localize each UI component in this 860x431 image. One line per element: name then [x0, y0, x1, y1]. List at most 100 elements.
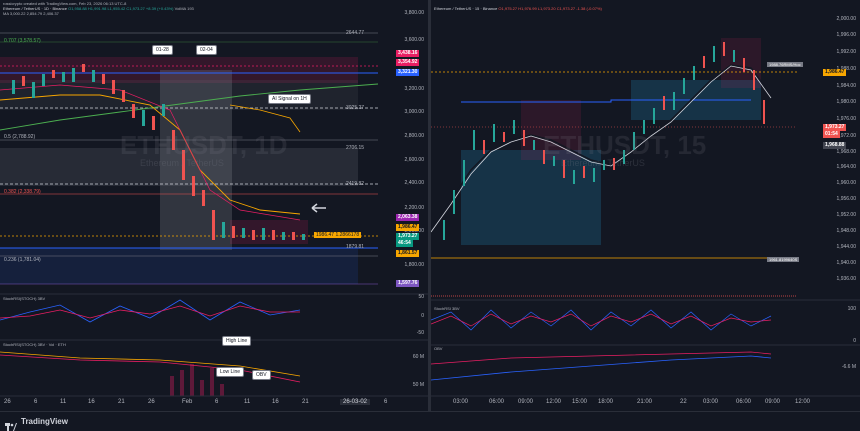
left-time-axis[interactable]: 26 6 11 16 21 26 Feb 6 11 16 21 26-03-02… [0, 399, 428, 411]
watermark-symbol: ETHUSDT, 15 [543, 130, 707, 160]
time-tick: 15:00 [572, 399, 588, 405]
low-line-callout[interactable]: Low Line [216, 367, 245, 377]
vol-tick: 50 M [412, 382, 424, 388]
price-tick: 2,600.00 [404, 157, 424, 163]
fib-label: 0.5 (2,788.92) [4, 134, 36, 140]
tradingview-screenshot: rossicrypto created with TradingView.com… [0, 0, 860, 431]
left-main-chart[interactable] [0, 0, 428, 411]
stoch-tick: -50 [416, 330, 424, 336]
price-tick: 3,800.00 [404, 10, 424, 16]
price-tick: 1,800.00 [404, 262, 424, 268]
price-tick: 2,400.00 [404, 180, 424, 186]
price-tag: 1,973.27 [823, 124, 847, 131]
level-label: 1961.8199640S [767, 257, 800, 262]
stoch-tick: 50 [418, 294, 424, 300]
date-callout[interactable]: 02-04 [196, 45, 217, 55]
price-tick: 2,200.00 [404, 205, 424, 211]
price-tick: 1,996.00 [836, 32, 856, 38]
price-tick: 1,956.00 [836, 196, 856, 202]
time-tick: 11 [60, 399, 67, 405]
countdown-tag: 01:54 [823, 131, 840, 138]
tradingview-logo-icon [5, 418, 17, 431]
stoch-tick: 0 [853, 338, 856, 344]
price-tag: 3,438.16 [396, 50, 420, 57]
price-tag: 1,973.27 [396, 233, 420, 240]
date-callout[interactable]: 01-28 [152, 45, 173, 55]
time-tick: Feb [182, 399, 193, 405]
time-tick: 6 [384, 399, 388, 405]
price-tick: 1,940.00 [836, 260, 856, 266]
level-label: 1879.81 [346, 244, 365, 250]
price-tick: 2,800.00 [404, 133, 424, 139]
obv-indicator-label[interactable]: OBV [434, 346, 442, 351]
price-tick: 3,000.00 [404, 109, 424, 115]
time-tick: 09:00 [765, 399, 781, 405]
stoch-tick: 0 [421, 313, 424, 319]
price-tick: 1,948.00 [836, 228, 856, 234]
time-cursor-label: 26-03-02 [340, 399, 371, 405]
level-label: 2419.82 [346, 181, 365, 187]
time-tick: 16 [88, 399, 95, 405]
stoch-indicator-label[interactable]: StochRSI 3BV [434, 306, 460, 311]
countdown-tag: 46:54 [396, 240, 413, 247]
time-tick: 26 [148, 399, 155, 405]
price-tick: 1,960.00 [836, 180, 856, 186]
right-chart-pane[interactable]: Ethereum / TetherUS · 15 · Binance O1,97… [431, 0, 860, 411]
stoch-indicator-label[interactable]: StochRSI(STOCH) 3BV [3, 296, 45, 301]
price-tick: 1,976.00 [836, 116, 856, 122]
watermark-name: Ethereum / TetherUS [561, 158, 645, 168]
price-tick: 1,944.00 [836, 244, 856, 250]
right-price-scale[interactable]: 2,000.00 1,996.00 1,992.00 1,988.00 1,98… [800, 0, 860, 411]
time-tick: 26 [4, 399, 11, 405]
volume-indicator-label[interactable]: StochRSI(STOCH) 3BV · Vol · ETH [3, 342, 66, 347]
stoch-tick: 100 [847, 306, 856, 312]
time-tick: 6 [34, 399, 38, 405]
time-tick: 06:00 [489, 399, 505, 405]
price-tick: 2,000.00 [836, 16, 856, 22]
time-tick: 09:00 [518, 399, 534, 405]
price-tag: 1,861.57 [396, 250, 420, 257]
price-tick: 1,968.00 [836, 149, 856, 155]
price-tag: 1,986.47 [823, 69, 847, 76]
price-tag: 1,986.47 [396, 224, 420, 231]
price-tag: 3,354.92 [396, 59, 420, 66]
time-tick: 21 [118, 399, 125, 405]
level-label: 2706.15 [346, 145, 365, 151]
vol-tick: 60 M [412, 354, 424, 360]
time-tick: 22 [680, 399, 687, 405]
time-tick: 21 [302, 399, 309, 405]
time-tick: 16 [272, 399, 279, 405]
time-tick: 12:00 [795, 399, 811, 405]
price-tick: 1,984.00 [836, 83, 856, 89]
level-label: 2644.77 [346, 30, 365, 36]
signal-callout[interactable]: AI Signal on 1H [268, 94, 311, 104]
time-tick: 12:00 [546, 399, 562, 405]
tradingview-brand[interactable]: TradingView [5, 417, 68, 431]
price-tick: 3,200.00 [404, 86, 424, 92]
time-tick: 03:00 [453, 399, 469, 405]
right-time-axis[interactable]: 03:00 06:00 09:00 12:00 15:00 18:00 21:0… [431, 399, 860, 411]
left-chart-pane[interactable]: rossicrypto created with TradingView.com… [0, 0, 428, 411]
time-tick: 11 [244, 399, 251, 405]
time-tick: 18:00 [598, 399, 614, 405]
level-label: 3025.27 [346, 105, 365, 111]
high-line-callout[interactable]: High Line [222, 336, 252, 346]
brand-label: TradingView [21, 417, 68, 426]
watermark-symbol: ETHUSDT, 1D [120, 130, 288, 160]
price-tick: 1,952.00 [836, 212, 856, 218]
obv-callout[interactable]: OBV [252, 370, 271, 380]
footer-bar: TradingView [0, 411, 860, 431]
price-tick: 1,992.00 [836, 49, 856, 55]
fib-label: 0.707 (3,578.57) [4, 38, 41, 44]
time-tick: 21:00 [637, 399, 653, 405]
level-label: 1988.76RMS/Hoc [767, 62, 803, 67]
obv-tick: -6.6 M [841, 364, 856, 370]
level-label: 1986.47 1.2866178 [314, 232, 362, 238]
time-tick: 03:00 [703, 399, 719, 405]
price-tick: 1,980.00 [836, 99, 856, 105]
fib-label: 0.236 (1,781.04) [4, 257, 41, 263]
price-tag: 2,063.38 [396, 214, 420, 221]
price-tick: 3,600.00 [404, 37, 424, 43]
watermark-name: Ethereum / TetherUS [140, 158, 224, 168]
time-tick: 6 [215, 399, 219, 405]
